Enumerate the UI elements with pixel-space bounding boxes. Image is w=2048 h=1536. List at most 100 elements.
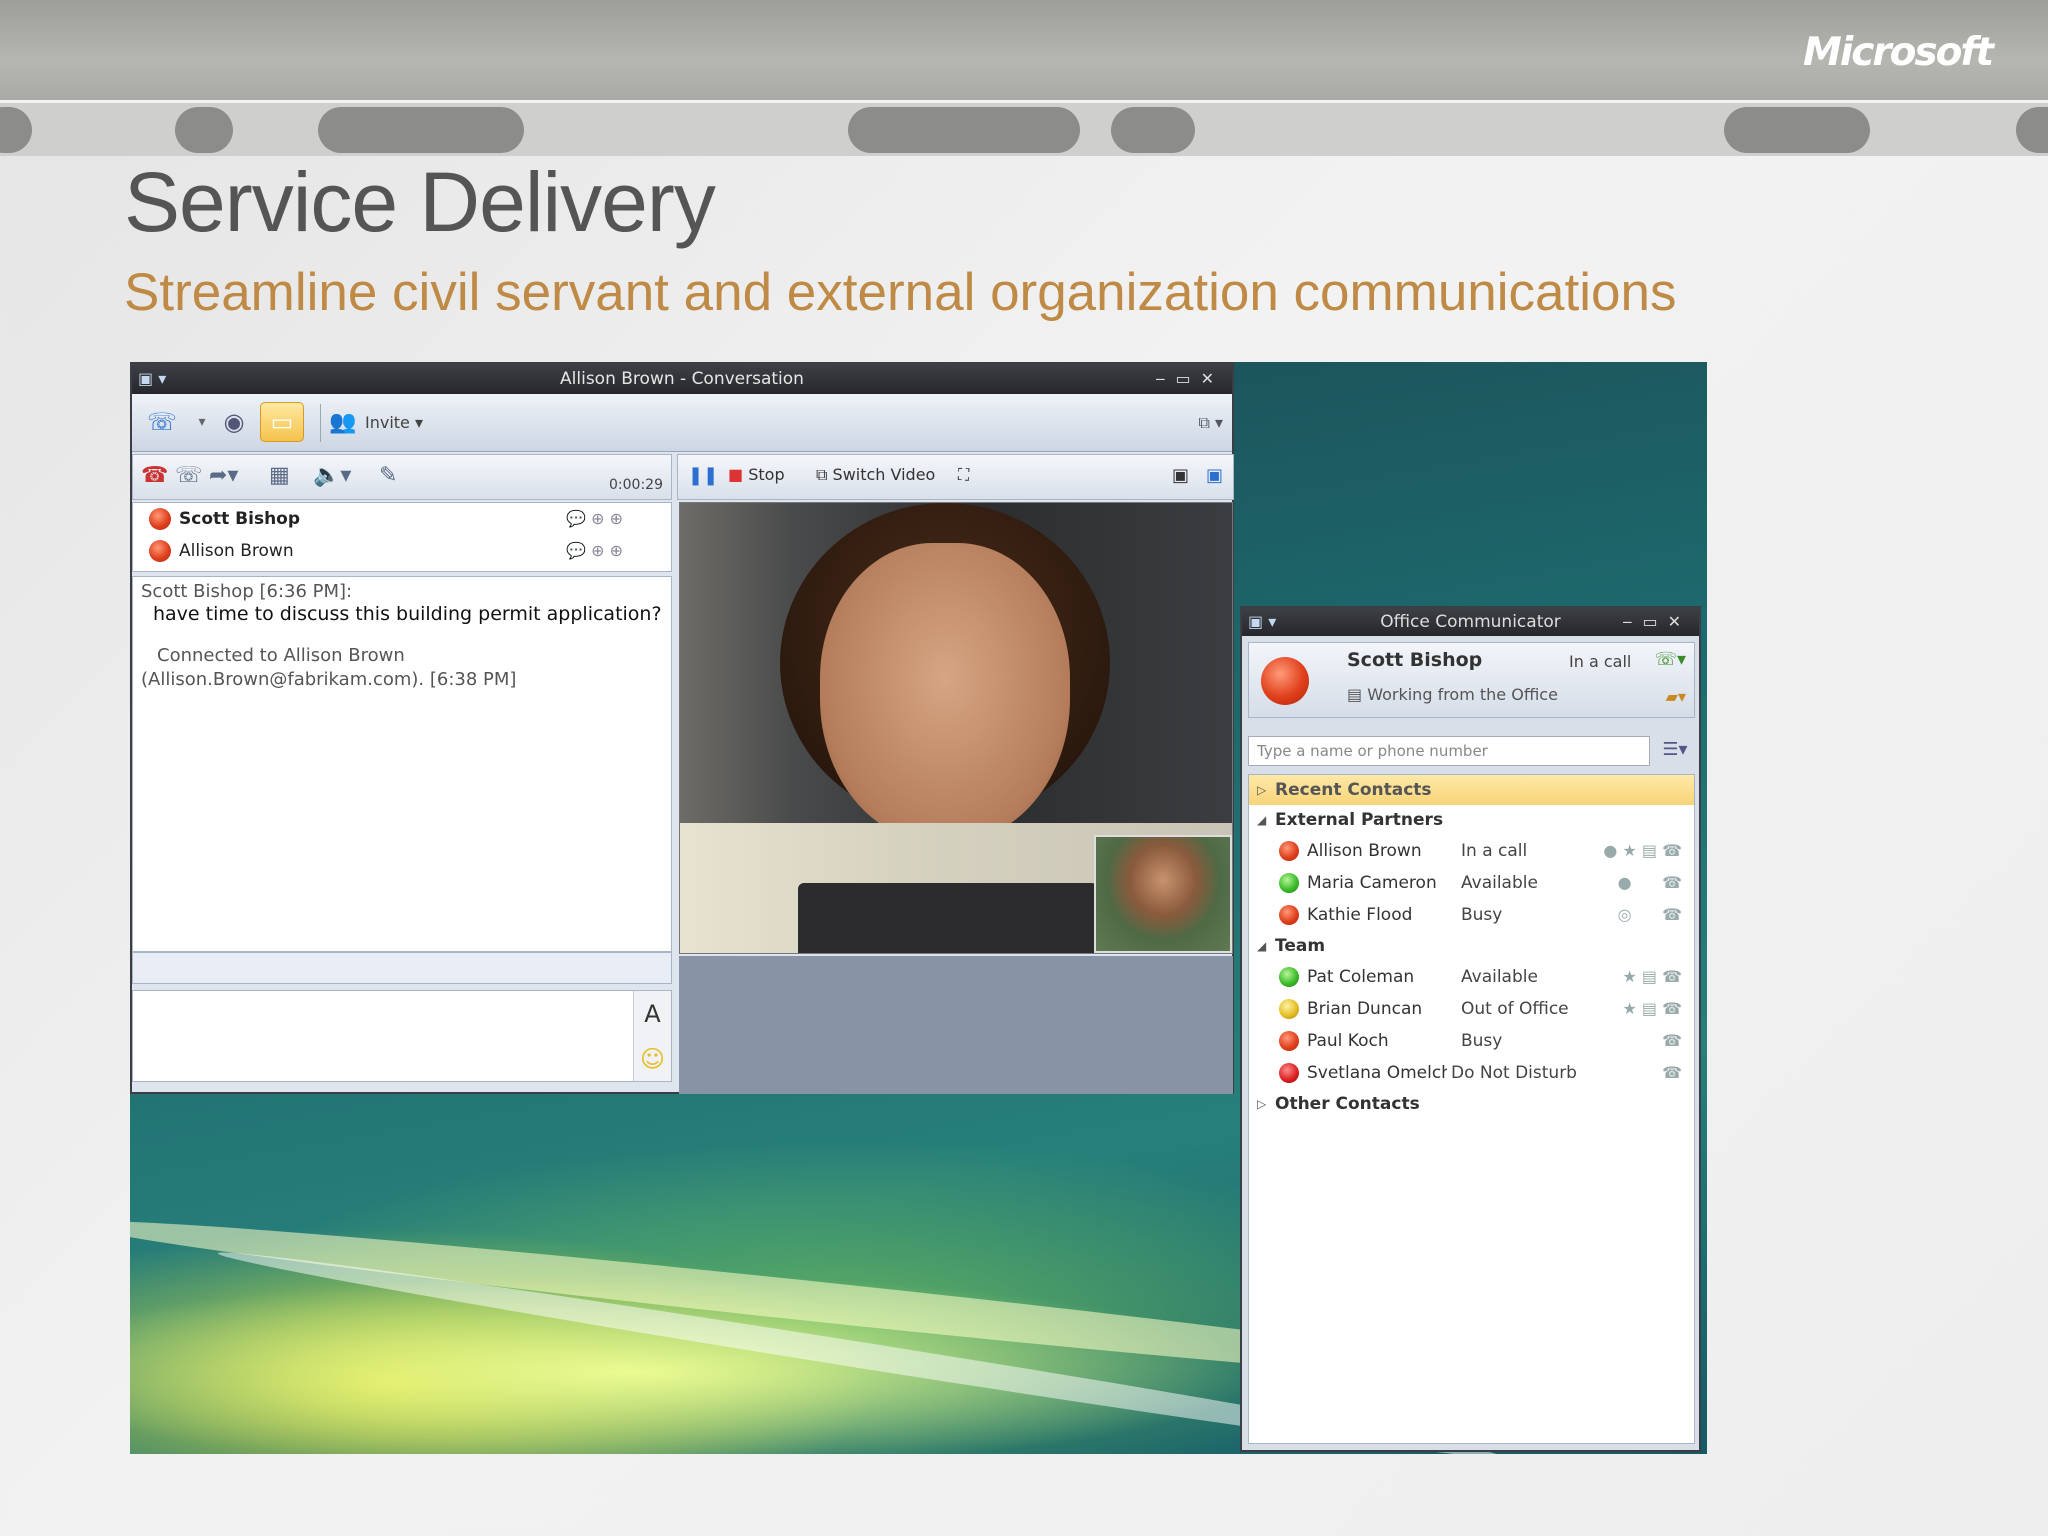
options-icon[interactable]: ⧉ ▾ (1198, 404, 1223, 442)
message-sender: Scott Bishop [6:36 PM]: (141, 581, 353, 602)
dialpad-icon[interactable]: ▦ (269, 463, 290, 488)
group-recent-contacts[interactable]: ▷ Recent Contacts (1249, 775, 1694, 805)
contact-action-icons[interactable]: ☎ (1662, 1063, 1682, 1082)
call-timer: 0:00:29 (609, 477, 663, 493)
remote-participant-video (820, 543, 1070, 843)
presence-busy-icon (149, 540, 171, 562)
my-name[interactable]: Scott Bishop (1347, 649, 1482, 671)
webcam-icon[interactable]: ◉ (212, 402, 256, 442)
participant-row[interactable]: Scott Bishop 💬 ⊕ ⊕ (133, 503, 671, 535)
mic-icon[interactable]: ✎ (379, 463, 397, 488)
group-other-contacts[interactable]: ▷ Other Contacts (1249, 1089, 1694, 1119)
contact-action-icons[interactable]: ● ★ ▤ ☎ (1603, 841, 1682, 860)
header-bar: Microsoft (0, 0, 2048, 100)
transfer-icon[interactable]: ➦▾ (209, 463, 238, 488)
volume-icon[interactable]: 🔈▾ (313, 463, 351, 488)
my-status-panel: Scott Bishop In a call ☏▾ ▤ Working from… (1248, 642, 1695, 718)
presence-busy-icon (149, 508, 171, 530)
font-icon[interactable]: A (644, 1000, 660, 1028)
emoticon-icon[interactable]: ☺ (640, 1045, 665, 1073)
presence-available-icon (1279, 967, 1299, 987)
location-menu-icon[interactable]: ▰▾ (1666, 687, 1686, 706)
my-note[interactable]: ▤ Working from the Office (1347, 685, 1558, 704)
video-feed (679, 502, 1233, 954)
im-icon[interactable]: ▭ (260, 402, 304, 442)
format-panel: A ☺ (633, 991, 671, 1081)
participant-action-icons[interactable]: 💬 ⊕ ⊕ (566, 541, 623, 560)
hold-icon[interactable]: ☏ (175, 463, 203, 488)
invite-people-icon: 👥 (329, 410, 357, 435)
hangup-icon[interactable]: ☎ (141, 463, 168, 488)
self-view-video (1094, 835, 1232, 953)
presence-busy-icon (1279, 841, 1299, 861)
contact-row[interactable]: Kathie Flood Busy ◎ ☎ (1249, 899, 1694, 931)
system-message: Connected to Allison Brown (Allison.Brow… (141, 645, 517, 690)
contact-list: ▷ Recent Contacts ◢ External Partners Alli… (1248, 774, 1695, 1444)
switch-video-button[interactable]: ⧉ Switch Video (816, 465, 935, 485)
window-menu-icon[interactable]: ▣ ▾ (138, 364, 166, 394)
layout-active-icon[interactable]: ▣ (1206, 465, 1223, 486)
conversation-history: Scott Bishop [6:36 PM]: have time to dis… (132, 576, 672, 952)
group-team[interactable]: ◢ Team (1249, 931, 1694, 961)
layout-icon[interactable]: ▣ (1172, 465, 1189, 486)
conversation-toolbar: ☏ ▾ ◉ ▭ 👥 Invite ▾ ⧉ ▾ (132, 394, 1232, 452)
participant-action-icons[interactable]: 💬 ⊕ ⊕ (566, 509, 623, 528)
phone-menu-icon[interactable]: ☏▾ (1654, 649, 1686, 670)
presence-dnd-icon (1279, 1063, 1299, 1083)
video-area-background (679, 956, 1233, 1094)
note-icon: ▤ (1347, 685, 1363, 704)
communicator-window-controls[interactable]: ‒▭✕ (1622, 608, 1691, 636)
presence-busy-icon (1279, 1031, 1299, 1051)
presence-away-icon (1279, 999, 1299, 1019)
participant-list: Scott Bishop 💬 ⊕ ⊕ Allison Brown 💬 ⊕ ⊕ (132, 502, 672, 572)
my-presence-icon[interactable] (1261, 657, 1309, 705)
call-dropdown-icon[interactable]: ▾ (192, 402, 212, 442)
switch-video-icon: ⧉ (816, 465, 828, 484)
call-icon[interactable]: ☏ (136, 402, 188, 442)
conversation-window: ▣ ▾ Allison Brown - Conversation ‒▭✕ ☏ ▾… (130, 362, 1234, 1094)
communicator-titlebar: ▣ ▾ Office Communicator ‒▭✕ (1242, 608, 1699, 636)
stop-button[interactable]: ■ Stop (728, 465, 785, 484)
contact-action-icons[interactable]: ◎ ☎ (1618, 905, 1682, 924)
call-controls-toolbar: ☎ ☏ ➦▾ ▦ 🔈▾ ✎ 0:00:29 (132, 454, 672, 500)
presence-busy-icon (1279, 905, 1299, 925)
contact-row[interactable]: Pat Coleman Available ★ ▤ ☎ (1249, 961, 1694, 993)
contact-action-icons[interactable]: ● ☎ (1618, 873, 1682, 892)
contact-row[interactable]: Allison Brown In a call ● ★ ▤ ☎ (1249, 835, 1694, 867)
pause-icon[interactable]: ❚❚ (688, 465, 718, 486)
invite-button[interactable]: 👥 Invite ▾ ⧉ ▾ (320, 404, 1235, 442)
slide-title: Service Delivery (124, 155, 716, 249)
message-text: have time to discuss this building permi… (153, 603, 662, 625)
participant-name: Allison Brown (179, 541, 294, 561)
conversation-titlebar: ▣ ▾ Allison Brown - Conversation ‒▭✕ (132, 364, 1232, 394)
stop-icon: ■ (728, 465, 744, 484)
decorative-band (0, 100, 2048, 156)
contact-row[interactable]: Maria Cameron Available ● ☎ (1249, 867, 1694, 899)
desktop-screenshot: ▣ ▾ Allison Brown - Conversation ‒▭✕ ☏ ▾… (130, 362, 1707, 1454)
contact-row[interactable]: Brian Duncan Out of Office ★ ▤ ☎ (1249, 993, 1694, 1025)
view-options-icon[interactable]: ☰▾ (1656, 736, 1694, 766)
window-controls[interactable]: ‒▭✕ (1155, 364, 1224, 394)
contact-action-icons[interactable]: ★ ▤ ☎ (1622, 999, 1682, 1018)
fullscreen-icon[interactable]: ⛶ (958, 465, 969, 485)
conversation-title: Allison Brown - Conversation (560, 369, 804, 389)
communicator-menu-icon[interactable]: ▣ ▾ (1248, 608, 1276, 636)
slide-subtitle: Streamline civil servant and external or… (124, 263, 1677, 322)
my-status[interactable]: In a call (1569, 652, 1631, 671)
contact-row[interactable]: Svetlana Omelch...Do Not Disturb☎ (1249, 1057, 1694, 1089)
participant-row[interactable]: Allison Brown 💬 ⊕ ⊕ (133, 535, 671, 567)
group-external-partners[interactable]: ◢ External Partners (1249, 805, 1694, 835)
contact-row[interactable]: Paul Koch Busy ☎ (1249, 1025, 1694, 1057)
contact-action-icons[interactable]: ☎ (1662, 1031, 1682, 1050)
microsoft-logo: Microsoft (1803, 30, 1994, 75)
participant-name: Scott Bishop (179, 509, 301, 529)
video-toolbar: ❚❚ ■ Stop ⧉ Switch Video ⛶ ▣ ▣ (677, 454, 1234, 500)
communicator-window: ▣ ▾ Office Communicator ‒▭✕ Scott Bishop… (1240, 606, 1701, 1452)
history-footer (132, 952, 672, 984)
communicator-title: Office Communicator (1380, 612, 1561, 632)
contact-search-input[interactable]: Type a name or phone number (1248, 736, 1650, 766)
contact-action-icons[interactable]: ★ ▤ ☎ (1622, 967, 1682, 986)
presence-available-icon (1279, 873, 1299, 893)
message-input[interactable]: A ☺ (132, 990, 672, 1082)
invite-label: Invite (365, 413, 410, 432)
